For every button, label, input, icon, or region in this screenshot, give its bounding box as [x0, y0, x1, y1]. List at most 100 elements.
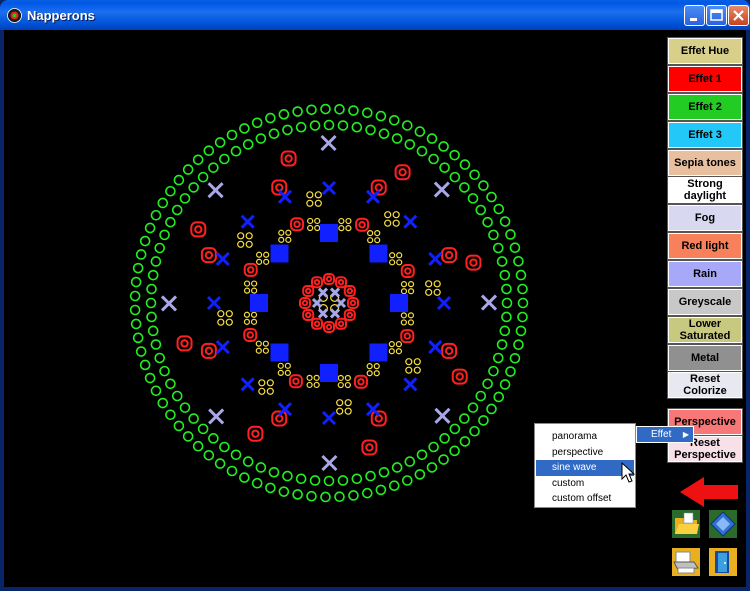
close-button[interactable] [728, 5, 749, 26]
yellow-clover [256, 251, 263, 258]
ring-loop [469, 169, 480, 181]
yellow-clover [413, 358, 421, 366]
blue-block [320, 224, 338, 242]
red-spiral [441, 342, 458, 359]
yellow-clover [314, 191, 322, 199]
ring-loop [426, 133, 438, 144]
effect-button-8[interactable]: Rain [667, 260, 743, 288]
cross-motif [208, 408, 225, 425]
ring-loop [361, 487, 373, 499]
submenu-arrow-icon: ▶ [682, 430, 689, 439]
save-disk-icon[interactable] [709, 510, 737, 538]
ring-loop [150, 209, 162, 221]
ring-loop [165, 378, 176, 390]
effect-button-0[interactable]: Effet Hue [667, 37, 743, 65]
submenu-item-2[interactable]: sine wave [536, 460, 634, 476]
ring-loop [226, 129, 238, 141]
cross-motif [215, 251, 230, 267]
ring-loop [157, 397, 169, 409]
red-arrow-left-icon[interactable] [678, 475, 740, 509]
blue-block [369, 343, 388, 362]
exit-door-icon[interactable] [709, 548, 737, 576]
title-bar[interactable]: Napperons [0, 0, 750, 30]
ring-loop [501, 297, 513, 309]
submenu-item-0[interactable]: panorama [535, 429, 635, 445]
yellow-clover [407, 281, 415, 288]
yellow-clover [245, 240, 253, 248]
yellow-clover [251, 287, 258, 294]
red-spiral-core [374, 183, 383, 192]
submenu-item-4[interactable]: custom offset [535, 491, 635, 507]
blue-block [369, 244, 388, 263]
yellow-clover [306, 199, 314, 207]
effect-button-3[interactable]: Effet 3 [667, 121, 743, 149]
ring-loop [179, 402, 191, 413]
yellow-clover [225, 318, 233, 326]
ring-loop [496, 339, 508, 350]
ring-loop [323, 475, 335, 487]
effect-button-5[interactable]: Strong daylight [667, 176, 743, 204]
yellow-clover [373, 363, 380, 370]
effect-button-6[interactable]: Fog [667, 204, 743, 232]
ring-loop [251, 117, 263, 129]
minimize-button[interactable] [684, 5, 705, 26]
yellow-clover [313, 374, 320, 381]
red-spiral-core [293, 220, 301, 228]
effect-button-9[interactable]: Greyscale [667, 288, 743, 316]
ring-loop [478, 180, 489, 191]
effect-button-10[interactable]: Lower Saturated [667, 316, 743, 344]
submenu-item-3[interactable]: custom [535, 476, 635, 492]
yellow-clover [400, 312, 407, 319]
ring-loop [182, 164, 194, 175]
yellow-clover [245, 232, 253, 240]
ring-loop [401, 120, 413, 131]
red-spiral [200, 342, 217, 359]
ring-loop [282, 470, 293, 482]
yellow-clover [388, 341, 395, 348]
ring-loop [482, 216, 493, 228]
ring-loop [496, 256, 508, 267]
effect-button-11[interactable]: Metal [667, 344, 743, 372]
effect-button-1[interactable]: Effet 1 [667, 65, 743, 93]
yellow-clover [284, 369, 291, 376]
red-spiral [243, 262, 258, 277]
printer-icon[interactable] [672, 548, 700, 576]
ring-loop [320, 103, 331, 115]
effect-button-7[interactable]: Red light [667, 232, 743, 260]
ring-loop [438, 454, 449, 465]
yellow-clover [263, 258, 270, 265]
yellow-clover [344, 399, 352, 407]
yellow-clover [250, 311, 258, 318]
maximize-button[interactable] [706, 5, 727, 26]
blue-block [270, 343, 289, 362]
cross-motif [433, 181, 450, 198]
red-spiral-core [349, 299, 357, 307]
ring-loop [334, 103, 345, 115]
yellow-clover [405, 366, 413, 374]
red-spiral-core [325, 323, 333, 331]
ring-loop [179, 193, 191, 204]
yellow-clover [337, 374, 344, 382]
cross-motif [436, 295, 452, 311]
yellow-clover [366, 370, 373, 377]
yellow-clover [263, 251, 270, 258]
ring-loop [129, 290, 141, 302]
yellow-clover [407, 288, 415, 295]
cross-motif [321, 410, 337, 426]
effect-button-2[interactable]: Effet 2 [667, 93, 743, 121]
submenu-item-1[interactable]: perspective [535, 445, 635, 461]
ring-loop [337, 475, 349, 486]
ring-loop [159, 229, 170, 241]
open-folder-icon[interactable] [672, 510, 700, 538]
red-spiral-core [304, 287, 312, 295]
red-spiral [323, 273, 335, 285]
cross-motif [317, 287, 329, 298]
ring-loop [499, 325, 511, 337]
menu-item-effet[interactable]: Effet ▶ [636, 426, 694, 443]
ring-loop [334, 491, 345, 503]
yellow-clover [413, 366, 421, 374]
yellow-clover [337, 381, 344, 389]
effect-button-12[interactable]: Reset Colorize [667, 371, 743, 399]
ring-loop [404, 456, 416, 467]
effect-button-4[interactable]: Sepia tones [667, 149, 743, 177]
